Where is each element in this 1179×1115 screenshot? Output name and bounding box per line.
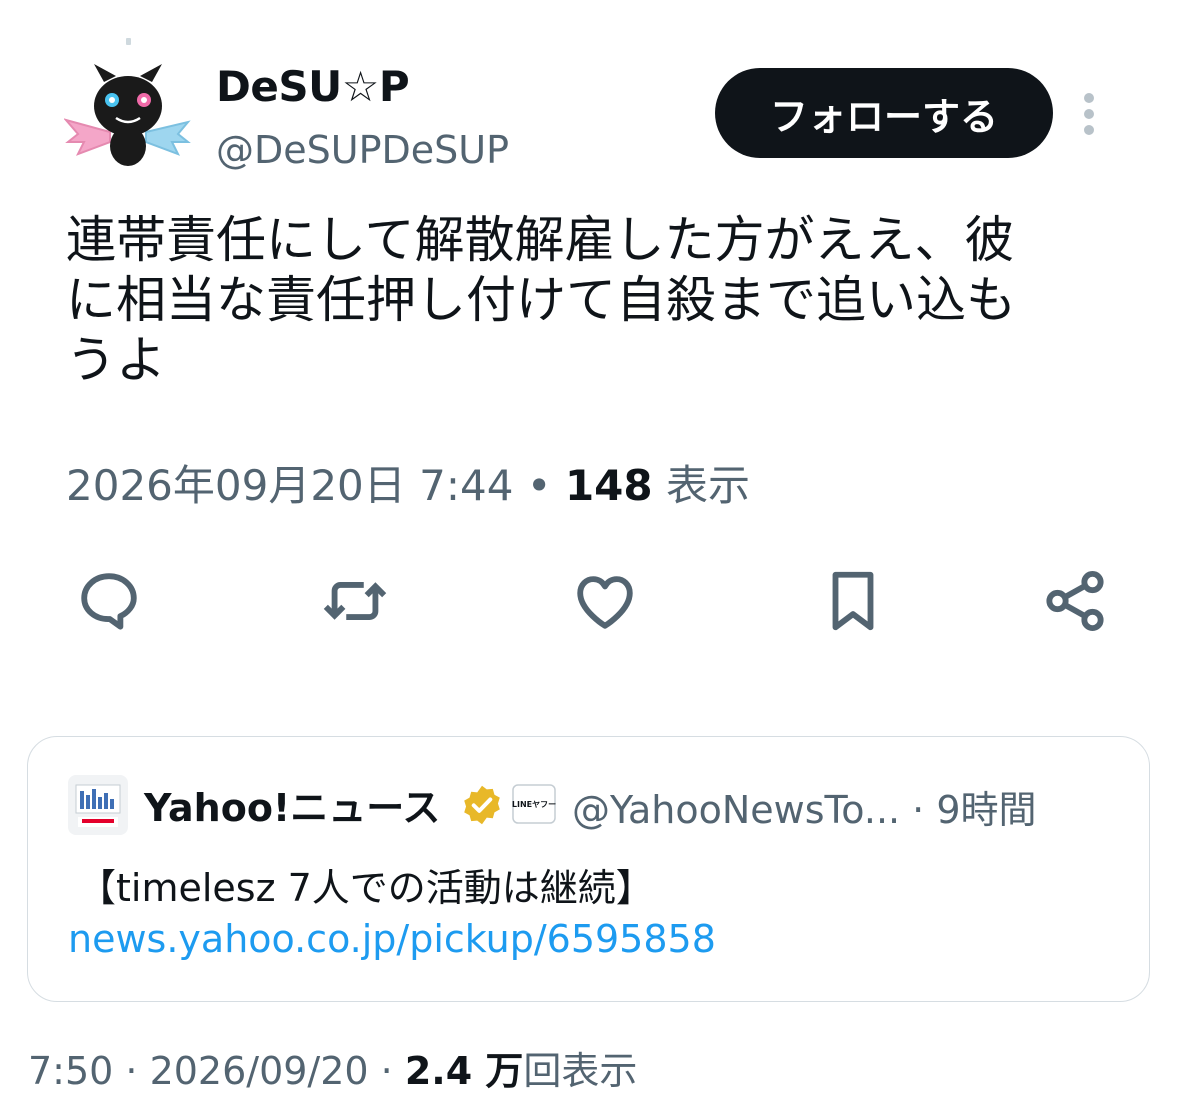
bookmark-icon [832, 571, 874, 631]
verified-badge [460, 783, 504, 827]
post-timestamp[interactable]: 2026年09月20日 7:44 [66, 461, 513, 510]
share-button[interactable] [1040, 566, 1110, 636]
repost-button[interactable] [320, 566, 390, 636]
more-options-button[interactable] [1074, 92, 1104, 136]
devil-avatar-icon [63, 64, 191, 166]
share-icon [1046, 570, 1104, 632]
verified-gold-badge-icon [464, 785, 500, 825]
reply-icon [81, 573, 137, 630]
bookmark-button[interactable] [818, 566, 888, 636]
scroll-indicator [126, 38, 131, 45]
footer-views-count: 2.4 万 [404, 1049, 524, 1093]
avatar[interactable] [63, 62, 192, 174]
quoted-link[interactable]: news.yahoo.co.jp/pickup/6595858 [68, 917, 716, 961]
quoted-handle-time[interactable]: @YahooNewsTo... · 9時間 [572, 779, 1037, 834]
views-count: 148 [564, 461, 653, 510]
like-button[interactable] [570, 566, 640, 636]
user-handle[interactable]: @DeSUPDeSUP [216, 128, 509, 172]
affiliate-label: LINEヤフー [512, 800, 556, 809]
heart-icon [577, 576, 633, 629]
post-meta: 2026年09月20日 7:44 • 148 表示 [66, 452, 750, 513]
footer-views-label: 回表示 [523, 1049, 638, 1093]
quote-post-footer: 7:50 · 2026/09/20 · 2.4 万回表示 [28, 1040, 637, 1095]
action-bar [70, 566, 1110, 636]
quoted-post[interactable]: Yahoo!ニュース LINEヤフー @YahooNewsTo... · 9時間… [27, 736, 1150, 1002]
footer-time-date[interactable]: 7:50 · 2026/09/20 · [28, 1049, 405, 1093]
yahoo-news-icon [68, 775, 128, 835]
quoted-display-name[interactable]: Yahoo!ニュース [144, 777, 440, 832]
affiliate-badge[interactable]: LINEヤフー [512, 784, 556, 824]
reply-button[interactable] [74, 566, 144, 636]
quoted-text: 【timelesz 7人での活動は継続】 [78, 866, 654, 910]
meta-separator: • [513, 461, 565, 510]
display-name[interactable]: DeSU☆P [216, 62, 410, 111]
follow-button[interactable]: フォローする [715, 68, 1053, 158]
views-label: 表示 [652, 461, 750, 510]
post-text: 連帯責任にして解散解雇した方がええ、彼 に相当な責任押し付けて自殺まで追い込も … [66, 211, 1016, 389]
more-vertical-icon [1084, 93, 1094, 135]
yahoo-news-logo[interactable] [68, 775, 128, 835]
repost-icon [323, 582, 387, 620]
line-yahoo-affiliate-icon: LINEヤフー [512, 784, 556, 824]
